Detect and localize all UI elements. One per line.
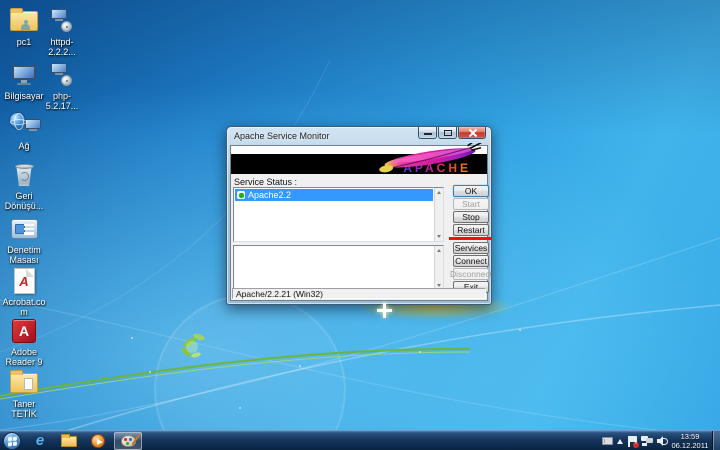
disconnect-button[interactable]: Disconnect (453, 268, 489, 280)
desktop-icon-adobe-reader[interactable]: Adobe Reader 9 (0, 316, 48, 367)
connect-button[interactable]: Connect (453, 255, 489, 267)
scrollbar-up-icon[interactable] (436, 247, 443, 254)
icon-label: Denetim Masası (0, 246, 48, 265)
desktop-icon-php-installer[interactable]: php-5.2.17... (38, 60, 86, 111)
icon-label: Adobe Reader 9 (0, 348, 48, 367)
taskbar-internet-explorer[interactable]: e (32, 433, 48, 449)
windows-logo-icon (8, 437, 17, 447)
crosshair-cursor (377, 303, 392, 318)
icon-label: Acrobat.com (0, 298, 48, 317)
paint-icon (121, 435, 136, 447)
show-hidden-icons-icon[interactable] (617, 436, 623, 444)
desktop-icon-httpd-installer[interactable]: httpd-2.2.2... (38, 6, 86, 57)
maximize-button[interactable] (438, 127, 457, 139)
taskbar-clock[interactable]: 13:59 06.12.2011 (669, 432, 711, 450)
log-list-scrollbar[interactable] (434, 246, 443, 290)
keyboard-icon[interactable] (602, 437, 613, 445)
icon-label: Ağ (18, 142, 29, 152)
network-icon (7, 110, 41, 140)
action-center-alert-icon[interactable] (627, 436, 637, 447)
stop-button[interactable]: Stop (453, 211, 489, 223)
icon-label: httpd-2.2.2... (38, 38, 86, 57)
ok-button[interactable]: OK (453, 185, 489, 197)
icon-label: php-5.2.17... (38, 92, 86, 111)
clock-time: 13:59 (669, 432, 711, 441)
apache-service-monitor-window: Apache Service Monitor APACHE (226, 126, 492, 305)
service-name: Apache2.2 (248, 190, 291, 200)
taskbar-media-player[interactable] (90, 433, 106, 449)
window-client-area: APACHE (230, 145, 488, 301)
show-desktop-button[interactable] (712, 431, 720, 450)
services-button[interactable]: Services (453, 242, 489, 254)
computer-icon (7, 60, 41, 90)
desktop-icon-recycle-bin[interactable]: Geri Dönüşü... (0, 160, 48, 211)
taskbar: e 13:59 06.12.2011 (0, 430, 720, 450)
taskbar-windows-explorer[interactable] (61, 433, 77, 449)
folder-icon (61, 436, 77, 447)
service-running-icon (237, 191, 245, 199)
maximize-icon (444, 130, 452, 136)
restart-annotation-underline (449, 237, 492, 240)
recycle-bin-icon (7, 160, 41, 190)
system-tray (602, 431, 668, 450)
icon-label: Geri Dönüşü... (0, 192, 48, 211)
close-icon (468, 129, 477, 137)
window-title: Apache Service Monitor (234, 131, 330, 141)
volume-icon[interactable] (657, 436, 668, 446)
acrobat-com-icon (7, 266, 41, 296)
window-titlebar[interactable]: Apache Service Monitor (227, 127, 491, 144)
desktop-icon-network[interactable]: Ağ (0, 110, 48, 152)
icon-label: Taner TETİK (0, 400, 48, 419)
service-status-label: Service Status : (234, 177, 297, 187)
desktop: pc1 httpd-2.2.2... Bilgisayar php-5.2.17… (0, 0, 720, 450)
clock-date: 06.12.2011 (669, 441, 711, 450)
desktop-icon-control-panel[interactable]: Denetim Masası (0, 214, 48, 265)
adobe-reader-icon (7, 316, 41, 346)
desktop-icon-user-folder[interactable]: Taner TETİK (0, 368, 48, 419)
start-button[interactable]: Start (453, 198, 489, 210)
minimize-button[interactable] (418, 127, 437, 139)
internet-explorer-icon: e (36, 434, 44, 448)
start-button[interactable] (3, 432, 21, 450)
service-list[interactable]: Apache2.2 (233, 187, 444, 242)
scrollbar-down-icon[interactable] (436, 233, 443, 240)
scrollbar-up-icon[interactable] (436, 189, 443, 196)
desktop-icon-acrobat-com[interactable]: Acrobat.com (0, 266, 48, 317)
restart-button[interactable]: Restart (453, 224, 489, 236)
installer-icon (45, 6, 79, 36)
apache-feather-icon (373, 143, 485, 173)
folder-icon (7, 368, 41, 398)
installer-icon (45, 60, 79, 90)
minimize-icon (424, 133, 432, 135)
close-button[interactable] (458, 127, 486, 139)
status-bar: Apache/2.2.21 (Win32) (232, 288, 486, 299)
icon-label: pc1 (17, 38, 32, 48)
taskbar-paint-active[interactable] (114, 432, 142, 450)
media-player-icon (91, 434, 105, 448)
shared-folder-icon (7, 6, 41, 36)
network-icon[interactable] (641, 436, 653, 447)
service-row-selected[interactable]: Apache2.2 (235, 189, 433, 201)
vine-leaves (180, 333, 206, 359)
log-list[interactable] (233, 245, 444, 291)
service-list-scrollbar[interactable] (434, 188, 443, 241)
control-panel-icon (7, 214, 41, 244)
